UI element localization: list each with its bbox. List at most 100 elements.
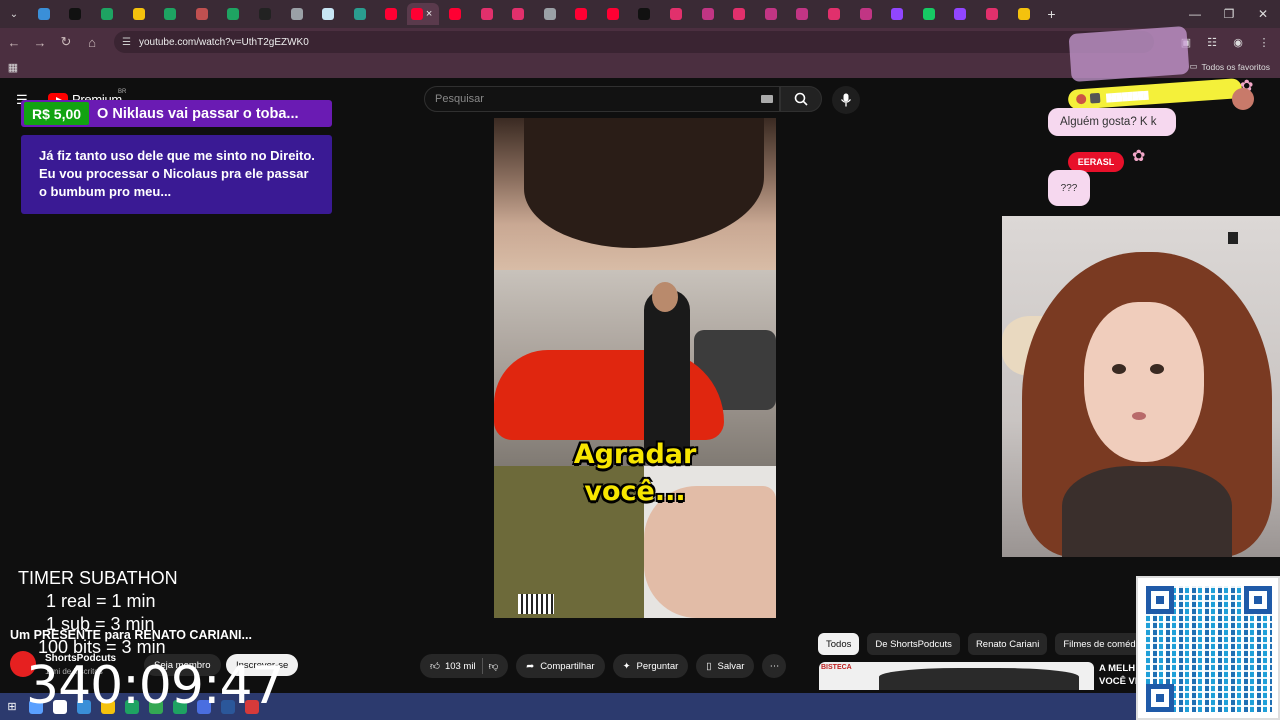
browser-tab[interactable] [123,3,155,25]
reco-title-line-2: VOCÊ VI [1099,676,1138,687]
timer-rule-1: 1 real = 1 min [46,591,156,611]
browser-tab[interactable] [881,3,913,25]
browser-tab[interactable] [787,3,819,25]
chat-username-1: ████████ [1105,89,1149,102]
tab-search-icon[interactable]: ⌄ [0,0,28,28]
minimize-icon[interactable]: — [1178,0,1212,28]
search-button[interactable] [780,86,822,112]
close-window-icon[interactable]: ✕ [1246,0,1280,28]
ask-button[interactable]: ✦ Perguntar [612,654,689,678]
chat-blurred-message [1068,25,1190,83]
browser-tab[interactable] [218,3,250,25]
sparkle-icon: ✦ [622,660,631,672]
browser-tab[interactable] [1008,3,1040,25]
webcam-eye-right [1150,364,1164,374]
tab-favicon-icon [733,8,746,20]
filter-chip[interactable]: Renato Cariani [967,633,1048,655]
browser-tab[interactable] [376,3,408,25]
reading-list-icon[interactable]: ☷ [1202,31,1222,53]
more-actions-button[interactable]: ⋯ [762,654,787,678]
forward-icon[interactable]: → [28,30,52,54]
browser-tab[interactable] [945,3,977,25]
tab-favicon-icon [859,8,872,20]
caption-line-2: você... [584,476,686,507]
filter-chip[interactable]: Todos [818,633,860,655]
webcam-body [1062,466,1232,557]
browser-tab[interactable] [913,3,945,25]
thumbs-down-icon: 👎︎ [488,661,499,672]
video-player[interactable]: Agradar você... [494,118,776,618]
browser-tab[interactable] [502,3,534,25]
browser-tab[interactable] [597,3,629,25]
video-man-head [652,282,678,312]
like-button[interactable]: 👍︎ 103 mil [430,660,476,673]
tab-favicon-icon [322,8,335,20]
browser-tabstrip: ⌄ × + — ❐ ✕ [0,0,1280,28]
browser-tab[interactable] [312,3,344,25]
browser-tab[interactable] [249,3,281,25]
browser-tab[interactable]: × [407,3,440,25]
apps-grid-icon[interactable]: ▦ [2,61,24,74]
browser-tab[interactable] [850,3,882,25]
profile-icon[interactable]: ◉ [1228,31,1248,53]
browser-tab[interactable] [692,3,724,25]
browser-tab[interactable] [755,3,787,25]
browser-tab[interactable] [629,3,661,25]
tab-favicon-icon [1017,8,1030,20]
browser-tab[interactable] [534,3,566,25]
site-info-icon[interactable]: ☰ [122,37,131,48]
share-icon: ➦ [526,660,535,672]
timer-countdown: 340:09:47 [26,656,285,716]
qr-finder-bottom-left [1146,684,1174,712]
browser-tab[interactable] [439,3,471,25]
back-icon[interactable]: ← [2,30,26,54]
thumbs-up-icon: 👍︎ [430,661,440,672]
tab-close-icon[interactable]: × [423,8,435,20]
save-button[interactable]: ▯ Salvar [696,654,755,678]
all-favorites[interactable]: ▭ Todos os favoritos [1189,61,1270,72]
maximize-icon[interactable]: ❐ [1212,0,1246,28]
browser-tab[interactable] [976,3,1008,25]
tab-list: × [28,0,1039,28]
menu-icon[interactable]: ⋮ [1254,31,1274,53]
keyboard-icon[interactable] [761,95,773,103]
browser-tab[interactable] [818,3,850,25]
like-count: 103 mil [444,660,476,672]
browser-tab[interactable] [28,3,60,25]
browser-tab[interactable] [471,3,503,25]
tab-favicon-icon [891,8,904,20]
divider [481,658,483,674]
home-icon[interactable]: ⌂ [80,30,104,54]
superchat-amount: R$ 5,00 [24,102,90,125]
browser-tab[interactable] [91,3,123,25]
browser-tab[interactable] [723,3,755,25]
filter-chip[interactable]: De ShortsPodcuts [867,633,960,655]
browser-tab[interactable] [60,3,92,25]
browser-tab[interactable] [186,3,218,25]
browser-tab[interactable] [154,3,186,25]
dislike-button[interactable]: 👎︎ [489,660,499,672]
browser-tab[interactable] [281,3,313,25]
tab-favicon-icon [512,8,525,20]
browser-tab[interactable] [566,3,598,25]
share-button[interactable]: ➦ Compartilhar [516,654,605,678]
windows-start-icon[interactable]: ⊞ [0,695,24,719]
search-icon [794,92,808,106]
recommendation-thumbnail[interactable]: BISTECA [819,662,1094,690]
all-favorites-label: Todos os favoritos [1201,61,1270,72]
new-tab-button[interactable]: + [1039,6,1063,22]
country-code: BR [118,89,127,95]
tab-favicon-icon [164,8,177,20]
recommendation-title[interactable]: A MELH VOCÊ VI [1099,662,1139,688]
tab-favicon-icon [480,8,493,20]
voice-search-button[interactable] [832,86,860,114]
tab-favicon-icon [922,8,935,20]
reco-title-line-1: A MELH [1099,663,1136,674]
browser-tab[interactable] [660,3,692,25]
search-input[interactable]: Pesquisar [424,86,780,112]
address-bar[interactable]: ☰ youtube.com/watch?v=UthT2gEZWK0 [114,31,1154,53]
tab-favicon-icon [227,8,240,20]
browser-tab[interactable] [344,3,376,25]
qr-finder-top-right [1244,586,1272,614]
reload-icon[interactable]: ↻ [54,30,78,54]
